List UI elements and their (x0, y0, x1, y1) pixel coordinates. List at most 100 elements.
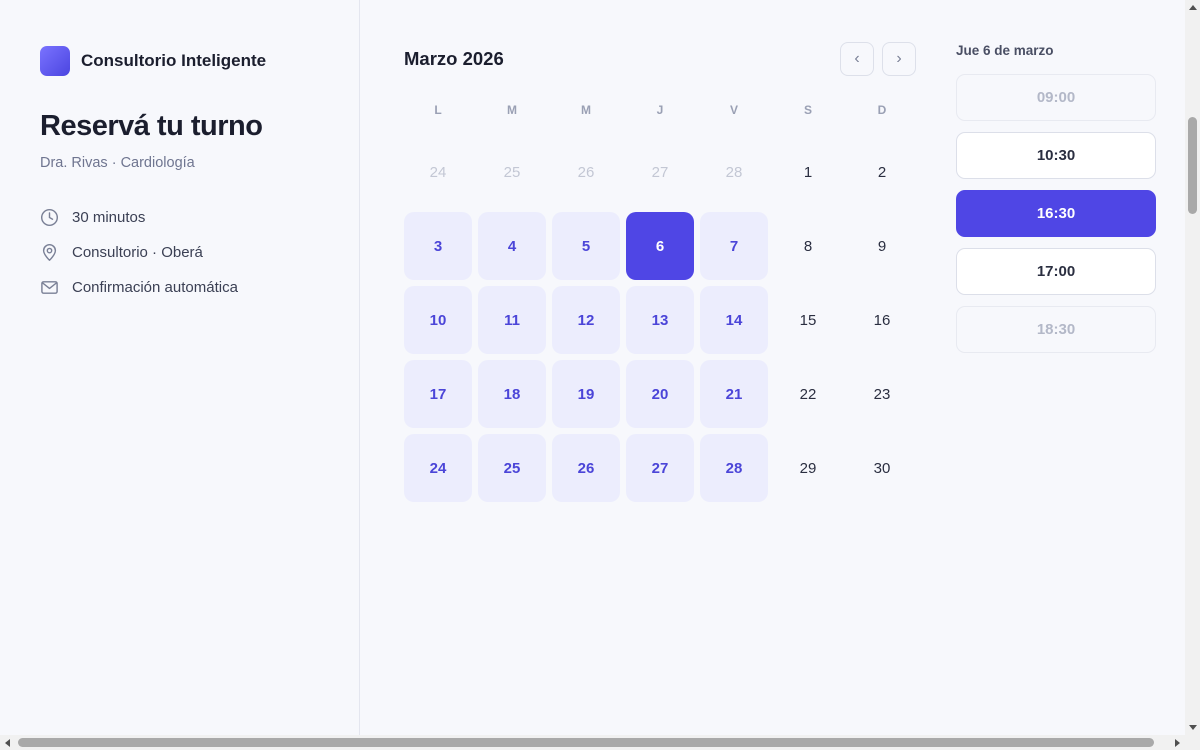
calendar-day[interactable]: 20 (623, 357, 697, 431)
vertical-scrollbar[interactable] (1185, 0, 1200, 735)
calendar-day-number: 11 (504, 311, 520, 329)
page-title: Reservá tu turno (40, 110, 263, 142)
calendar-day[interactable]: 12 (549, 283, 623, 357)
time-slot-button: 18:30 (956, 306, 1156, 353)
booking-info-panel: Consultorio Inteligente Reservá tu turno… (0, 0, 360, 735)
time-slot-button[interactable]: 17:00 (956, 248, 1156, 295)
calendar-day: 22 (771, 357, 845, 431)
detail-duration-text: 30 minutos (72, 209, 146, 226)
calendar-day-number: 18 (503, 385, 521, 403)
calendar-day: 27 (623, 135, 697, 209)
calendar-day: 29 (771, 431, 845, 505)
time-slot-button[interactable]: 10:30 (956, 132, 1156, 179)
calendar-day[interactable]: 27 (623, 431, 697, 505)
calendar-day-number: 15 (799, 311, 817, 329)
calendar-day-number: 25 (503, 163, 521, 181)
clock-icon (40, 208, 59, 227)
vertical-scroll-thumb[interactable] (1188, 117, 1197, 214)
scroll-down-arrow[interactable] (1185, 720, 1200, 735)
scroll-left-arrow[interactable] (0, 735, 15, 750)
calendar-day[interactable]: 26 (549, 431, 623, 505)
calendar-day[interactable]: 25 (475, 431, 549, 505)
weekday-header: L M M J V S D (401, 103, 919, 117)
weekday-label: L (434, 103, 442, 117)
calendar-day[interactable]: 18 (475, 357, 549, 431)
calendar-day: 15 (771, 283, 845, 357)
calendar-day-number: 1 (803, 163, 813, 181)
calendar-day-number: 13 (651, 311, 669, 329)
chevron-right-icon: › (896, 50, 902, 67)
chevron-left-icon: ‹ (854, 50, 860, 67)
calendar-month-title: Marzo 2026 (404, 48, 504, 69)
calendar-day-number: 21 (725, 385, 743, 403)
calendar-day-number: 16 (873, 311, 891, 329)
calendar-day: 16 (845, 283, 919, 357)
weekday-label: V (729, 103, 738, 117)
calendar-day-number: 10 (429, 311, 447, 329)
detail-confirmation: Confirmación automática (40, 270, 238, 305)
calendar-day-number: 20 (651, 385, 669, 403)
time-slot-button: 09:00 (956, 74, 1156, 121)
brand: Consultorio Inteligente (40, 46, 266, 76)
calendar-day: 23 (845, 357, 919, 431)
horizontal-scroll-thumb[interactable] (18, 738, 1154, 747)
calendar-day-number: 5 (581, 237, 591, 255)
calendar-day[interactable]: 7 (697, 209, 771, 283)
calendar-day-number: 3 (433, 237, 443, 255)
calendar-day: 2 (845, 135, 919, 209)
calendar-day[interactable]: 21 (697, 357, 771, 431)
calendar-day[interactable]: 24 (401, 431, 475, 505)
location-pin-icon (42, 244, 57, 262)
calendar-day-selected[interactable]: 6 (623, 209, 697, 283)
calendar-day[interactable]: 19 (549, 357, 623, 431)
calendar-day[interactable]: 14 (697, 283, 771, 357)
calendar-day-number: 27 (651, 163, 669, 181)
calendar-day-number: 28 (725, 163, 743, 181)
calendar-day[interactable]: 10 (401, 283, 475, 357)
calendar-day[interactable]: 17 (401, 357, 475, 431)
brand-name: Consultorio Inteligente (81, 51, 267, 70)
calendar-day-number: 27 (651, 459, 669, 477)
next-month-button[interactable]: › (882, 42, 916, 76)
calendar-day[interactable]: 3 (401, 209, 475, 283)
horizontal-scrollbar[interactable] (0, 735, 1185, 750)
calendar-day-number: 12 (577, 311, 595, 329)
calendar-day-number: 23 (873, 385, 891, 403)
calendar-week-row: 10 11 12 13 14 15 16 (401, 283, 919, 357)
weekday-label: M (507, 103, 517, 117)
calendar-week-row: 24 25 26 27 28 1 2 (401, 135, 919, 209)
calendar-day: 25 (475, 135, 549, 209)
time-slot-list: 09:00 10:30 16:30 17:00 18:30 (956, 74, 1156, 364)
calendar-day: 9 (845, 209, 919, 283)
calendar-day-number: 29 (799, 459, 817, 477)
calendar-day-number: 22 (799, 385, 817, 403)
calendar-day: 8 (771, 209, 845, 283)
calendar-day[interactable]: 13 (623, 283, 697, 357)
time-slot-button[interactable]: 16:30 (956, 190, 1156, 237)
brand-logo (40, 46, 70, 76)
calendar-day-number: 4 (507, 237, 517, 255)
calendar-day: 1 (771, 135, 845, 209)
calendar-day-number: 2 (877, 163, 887, 181)
calendar-week-row: 24 25 26 27 28 29 30 (401, 431, 919, 505)
calendar-day-number: 26 (577, 163, 595, 181)
calendar-day[interactable]: 11 (475, 283, 549, 357)
calendar-day-number: 30 (873, 459, 891, 477)
calendar-day-number: 9 (877, 237, 887, 255)
scroll-up-arrow[interactable] (1185, 0, 1200, 15)
mail-icon (41, 281, 58, 294)
calendar-day[interactable]: 28 (697, 431, 771, 505)
prev-month-button[interactable]: ‹ (840, 42, 874, 76)
calendar-day-number: 17 (429, 385, 447, 403)
detail-location: Consultorio · Oberá (40, 235, 238, 270)
calendar-day[interactable]: 4 (475, 209, 549, 283)
appointment-details: 30 minutos Consultorio · Oberá Confirmac… (40, 200, 238, 305)
calendar-week-row: 3 4 5 6 7 8 9 (401, 209, 919, 283)
scroll-right-arrow[interactable] (1170, 735, 1185, 750)
selected-date-label: Jue 6 de marzo (956, 43, 1054, 58)
weekday-label: J (656, 103, 664, 117)
calendar-day-number: 24 (429, 163, 447, 181)
detail-location-text: Consultorio · Oberá (72, 244, 203, 261)
calendar-day-number: 6 (655, 237, 665, 255)
calendar-day[interactable]: 5 (549, 209, 623, 283)
